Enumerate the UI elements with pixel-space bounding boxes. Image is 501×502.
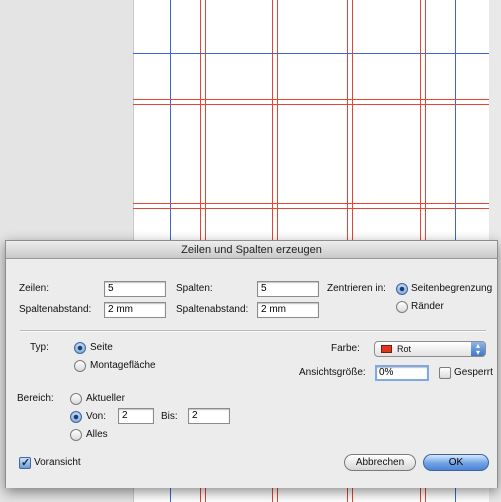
type-page-radio[interactable] xyxy=(74,342,86,354)
center-page-radio[interactable] xyxy=(396,283,408,295)
preview-checkbox[interactable]: ✓ xyxy=(19,457,31,469)
dialog-body: Zeilen: 5 Spaltenabstand: 2 mm Spalten: … xyxy=(6,259,497,488)
row-guide[interactable] xyxy=(133,99,489,100)
type-pasteboard-label: Montagefläche xyxy=(90,360,156,371)
type-label: Typ: xyxy=(30,342,49,353)
range-to-label: Bis: xyxy=(161,411,178,422)
range-current-label: Aktueller xyxy=(86,393,125,404)
checkmark-icon: ✓ xyxy=(21,457,31,469)
rows-label: Zeilen: xyxy=(19,283,50,294)
row-guide[interactable] xyxy=(133,208,489,209)
color-swatch xyxy=(381,345,392,353)
view-size-label: Ansichtsgröße: xyxy=(299,367,366,378)
rows-columns-dialog: Zeilen und Spalten erzeugen Zeilen: 5 Sp… xyxy=(5,240,498,488)
row-gap-label: Spaltenabstand: xyxy=(19,304,92,315)
type-page-label: Seite xyxy=(90,342,113,353)
columns-label: Spalten: xyxy=(176,283,213,294)
chevron-updown-icon: ▴ ▾ xyxy=(471,342,485,357)
rows-field[interactable]: 5 xyxy=(104,281,166,297)
column-gap-label: Spaltenabstand: xyxy=(176,304,249,315)
row-guide[interactable] xyxy=(133,104,489,105)
range-all-radio[interactable] xyxy=(70,429,82,441)
range-from-field[interactable]: 2 xyxy=(118,408,154,424)
locked-checkbox[interactable] xyxy=(439,367,451,379)
row-guide[interactable] xyxy=(133,53,489,54)
center-page-label: Seitenbegrenzung xyxy=(411,283,493,294)
range-to-field[interactable]: 2 xyxy=(188,408,230,424)
range-current-radio[interactable] xyxy=(70,393,82,405)
range-all-label: Alles xyxy=(86,429,108,440)
dialog-title: Zeilen und Spalten erzeugen xyxy=(181,244,322,256)
dialog-titlebar[interactable]: Zeilen und Spalten erzeugen xyxy=(6,241,497,259)
range-from-label: Von: xyxy=(86,411,107,422)
color-label: Farbe: xyxy=(331,343,360,354)
section-divider xyxy=(20,330,486,332)
range-from-radio[interactable] xyxy=(70,411,82,423)
center-margins-radio[interactable] xyxy=(396,301,408,313)
color-select-value: Rot xyxy=(397,344,412,354)
ok-button[interactable]: OK xyxy=(423,454,489,471)
type-pasteboard-radio[interactable] xyxy=(74,360,86,372)
center-label: Zentrieren in: xyxy=(327,283,386,294)
view-size-field[interactable]: 0% xyxy=(375,365,429,381)
cancel-button[interactable]: Abbrechen xyxy=(344,454,416,471)
columns-field[interactable]: 5 xyxy=(257,281,319,297)
column-gap-field[interactable]: 2 mm xyxy=(257,302,319,318)
preview-label: Voransicht xyxy=(34,457,81,468)
color-select[interactable]: Rot ▴ ▾ xyxy=(374,341,486,357)
center-margins-label: Ränder xyxy=(411,301,444,312)
locked-label: Gesperrt xyxy=(454,367,493,378)
row-guide[interactable] xyxy=(133,203,489,204)
range-label: Bereich: xyxy=(17,393,54,404)
row-gap-field[interactable]: 2 mm xyxy=(104,302,166,318)
